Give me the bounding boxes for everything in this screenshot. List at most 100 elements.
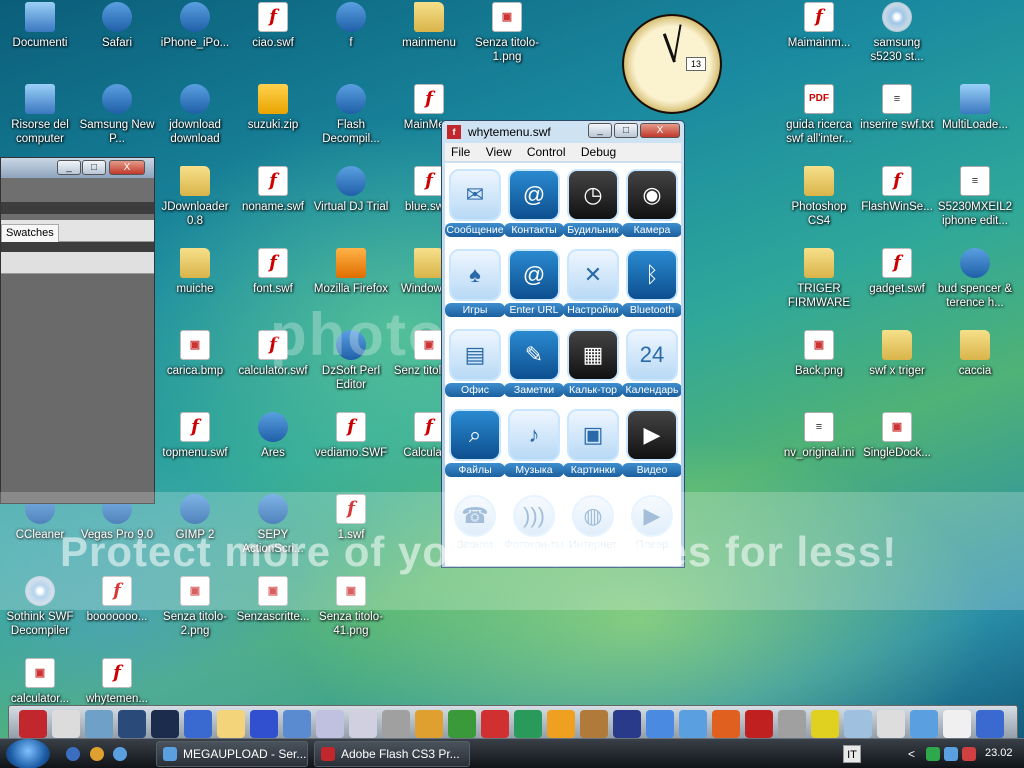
desktop-icon[interactable]: Mozilla Firefox (311, 248, 391, 296)
dock-launcher-icon[interactable] (514, 710, 542, 738)
minimize-button[interactable]: _ (588, 123, 612, 138)
desktop-icon[interactable]: f (311, 2, 391, 50)
desktop-icon[interactable]: Flash Decompil... (311, 84, 391, 146)
desktop-icon[interactable]: f font.swf (233, 248, 313, 296)
app-tile[interactable]: ♪ Музыка (504, 409, 564, 477)
desktop-icon[interactable]: Samsung New P... (77, 84, 157, 146)
dock-launcher-icon[interactable] (52, 710, 80, 738)
language-indicator[interactable]: IT (843, 745, 861, 763)
dock-launcher-icon[interactable] (217, 710, 245, 738)
desktop-icon[interactable]: f ciao.swf (233, 2, 313, 50)
desktop-icon[interactable]: f whytemen... (77, 658, 157, 706)
app-tile[interactable]: ▦ Кальк-тор (563, 329, 623, 397)
desktop-icon[interactable]: PDF guida ricerca swf all'inter... (779, 84, 859, 146)
dock-launcher-icon[interactable] (382, 710, 410, 738)
dock-launcher-icon[interactable] (580, 710, 608, 738)
desktop-icon[interactable]: bud spencer & terence h... (935, 248, 1015, 310)
tray-network-icon[interactable] (926, 747, 940, 761)
quicklaunch-ie-icon[interactable] (113, 747, 127, 761)
menu-debug[interactable]: Debug (575, 143, 622, 159)
task-megaupload[interactable]: MEGAUPLOAD - Ser... (156, 741, 308, 767)
app-tile[interactable]: ▤ Офис (445, 329, 505, 397)
tab-swatches[interactable]: Swatches (1, 224, 59, 242)
app-tile[interactable]: @ Enter URL (504, 249, 564, 317)
dock-launcher-icon[interactable] (745, 710, 773, 738)
desktop-icon[interactable]: caccia (935, 330, 1015, 378)
dock-launcher-icon[interactable] (877, 710, 905, 738)
flash-panel-window[interactable]: _ □ X Swatches (0, 157, 155, 504)
dock-launcher-icon[interactable] (151, 710, 179, 738)
desktop-icon[interactable]: samsung s5230 st... (857, 2, 937, 64)
dock-launcher-icon[interactable] (85, 710, 113, 738)
dock-launcher-icon[interactable] (19, 710, 47, 738)
desktop-icon[interactable]: TRIGER FIRMWARE (779, 248, 859, 310)
desktop-icon[interactable]: Virtual DJ Trial (311, 166, 391, 214)
desktop-icon[interactable]: f gadget.swf (857, 248, 937, 296)
desktop-icon[interactable]: Risorse del computer (0, 84, 80, 146)
dock-launcher-icon[interactable] (646, 710, 674, 738)
menu-file[interactable]: File (445, 143, 476, 159)
dock-launcher-icon[interactable] (679, 710, 707, 738)
quicklaunch-desktop-icon[interactable] (66, 747, 80, 761)
task-adobe-flash[interactable]: Adobe Flash CS3 Pr... (314, 741, 470, 767)
dock-launcher-icon[interactable] (976, 710, 1004, 738)
menu-control[interactable]: Control (521, 143, 572, 159)
app-tile[interactable]: ▣ Картинки (563, 409, 623, 477)
desktop-icon[interactable]: ▣ calculator... (0, 658, 80, 706)
app-tile[interactable]: ▶ Видео (622, 409, 681, 477)
close-button[interactable]: X (640, 123, 680, 138)
dock-launcher-icon[interactable] (184, 710, 212, 738)
desktop-icon[interactable]: MultiLoade... (935, 84, 1015, 132)
desktop-icon[interactable]: suzuki.zip (233, 84, 313, 132)
desktop-icon[interactable]: Documenti (0, 2, 80, 50)
desktop-icon[interactable]: Safari (77, 2, 157, 50)
close-button[interactable]: X (109, 160, 145, 175)
app-tile[interactable]: ✕ Настройки (563, 249, 623, 317)
dock-launcher-icon[interactable] (316, 710, 344, 738)
maximize-button[interactable]: □ (614, 123, 638, 138)
desktop-icon[interactable]: ≡ nv_original.ini (779, 412, 859, 460)
desktop-icon[interactable]: Ares (233, 412, 313, 460)
dock-launcher-icon[interactable] (613, 710, 641, 738)
dock-launcher-icon[interactable] (910, 710, 938, 738)
desktop-icon[interactable]: swf x triger (857, 330, 937, 378)
tray-chevron-icon[interactable]: < (908, 747, 922, 761)
app-tile[interactable]: 24 Календарь (622, 329, 681, 397)
app-tile[interactable]: @ Контакты (504, 169, 564, 237)
tray-monitor-icon[interactable] (944, 747, 958, 761)
dock-launcher-icon[interactable] (250, 710, 278, 738)
dock-launcher-icon[interactable] (943, 710, 971, 738)
taskbar-clock[interactable]: 23.02 (985, 747, 1013, 759)
desktop-icon[interactable]: ≡ S5230MXEIL2 iphone edit... (935, 166, 1015, 228)
dock-launcher-icon[interactable] (118, 710, 146, 738)
dock-launcher-icon[interactable] (349, 710, 377, 738)
dock-launcher-icon[interactable] (844, 710, 872, 738)
flash-panel-titlebar[interactable]: _ □ X (1, 158, 154, 178)
desktop-icon[interactable]: ▣ SingleDock... (857, 412, 937, 460)
desktop-icon[interactable]: jdownload download (155, 84, 235, 146)
dock-launcher-icon[interactable] (778, 710, 806, 738)
desktop-icon[interactable]: f topmenu.swf (155, 412, 235, 460)
dock-launcher-icon[interactable] (283, 710, 311, 738)
desktop-icon[interactable]: ▣ Back.png (779, 330, 859, 378)
desktop-icon[interactable]: f vediamo.SWF (311, 412, 391, 460)
desktop-icon[interactable]: iPhone_iPo... (155, 2, 235, 50)
desktop-icon[interactable]: ▣ Senza titolo-1.png (467, 2, 547, 64)
app-tile[interactable]: ᛒ Bluetooth (622, 249, 681, 317)
desktop-icon[interactable]: ▣ carica.bmp (155, 330, 235, 378)
app-tile[interactable]: ⌕ Файлы (445, 409, 505, 477)
app-tile[interactable]: ♠ Игры (445, 249, 505, 317)
app-tile[interactable]: ◷ Будильник (563, 169, 623, 237)
menu-view[interactable]: View (480, 143, 518, 159)
minimize-button[interactable]: _ (57, 160, 81, 175)
swf-titlebar[interactable]: f whytemenu.swf _ □ X (442, 121, 684, 143)
desktop-icon[interactable]: mainmenu (389, 2, 469, 50)
clock-gadget[interactable]: 13 (622, 14, 722, 114)
desktop-icon[interactable]: JDownloader 0.8 (155, 166, 235, 228)
app-tile[interactable]: ◉ Камера (622, 169, 681, 237)
app-tile[interactable]: ✎ Заметки (504, 329, 564, 397)
dock-launcher-icon[interactable] (415, 710, 443, 738)
dock-launcher-icon[interactable] (811, 710, 839, 738)
desktop-icon[interactable]: ≡ inserire swf.txt (857, 84, 937, 132)
dock-launcher-icon[interactable] (481, 710, 509, 738)
